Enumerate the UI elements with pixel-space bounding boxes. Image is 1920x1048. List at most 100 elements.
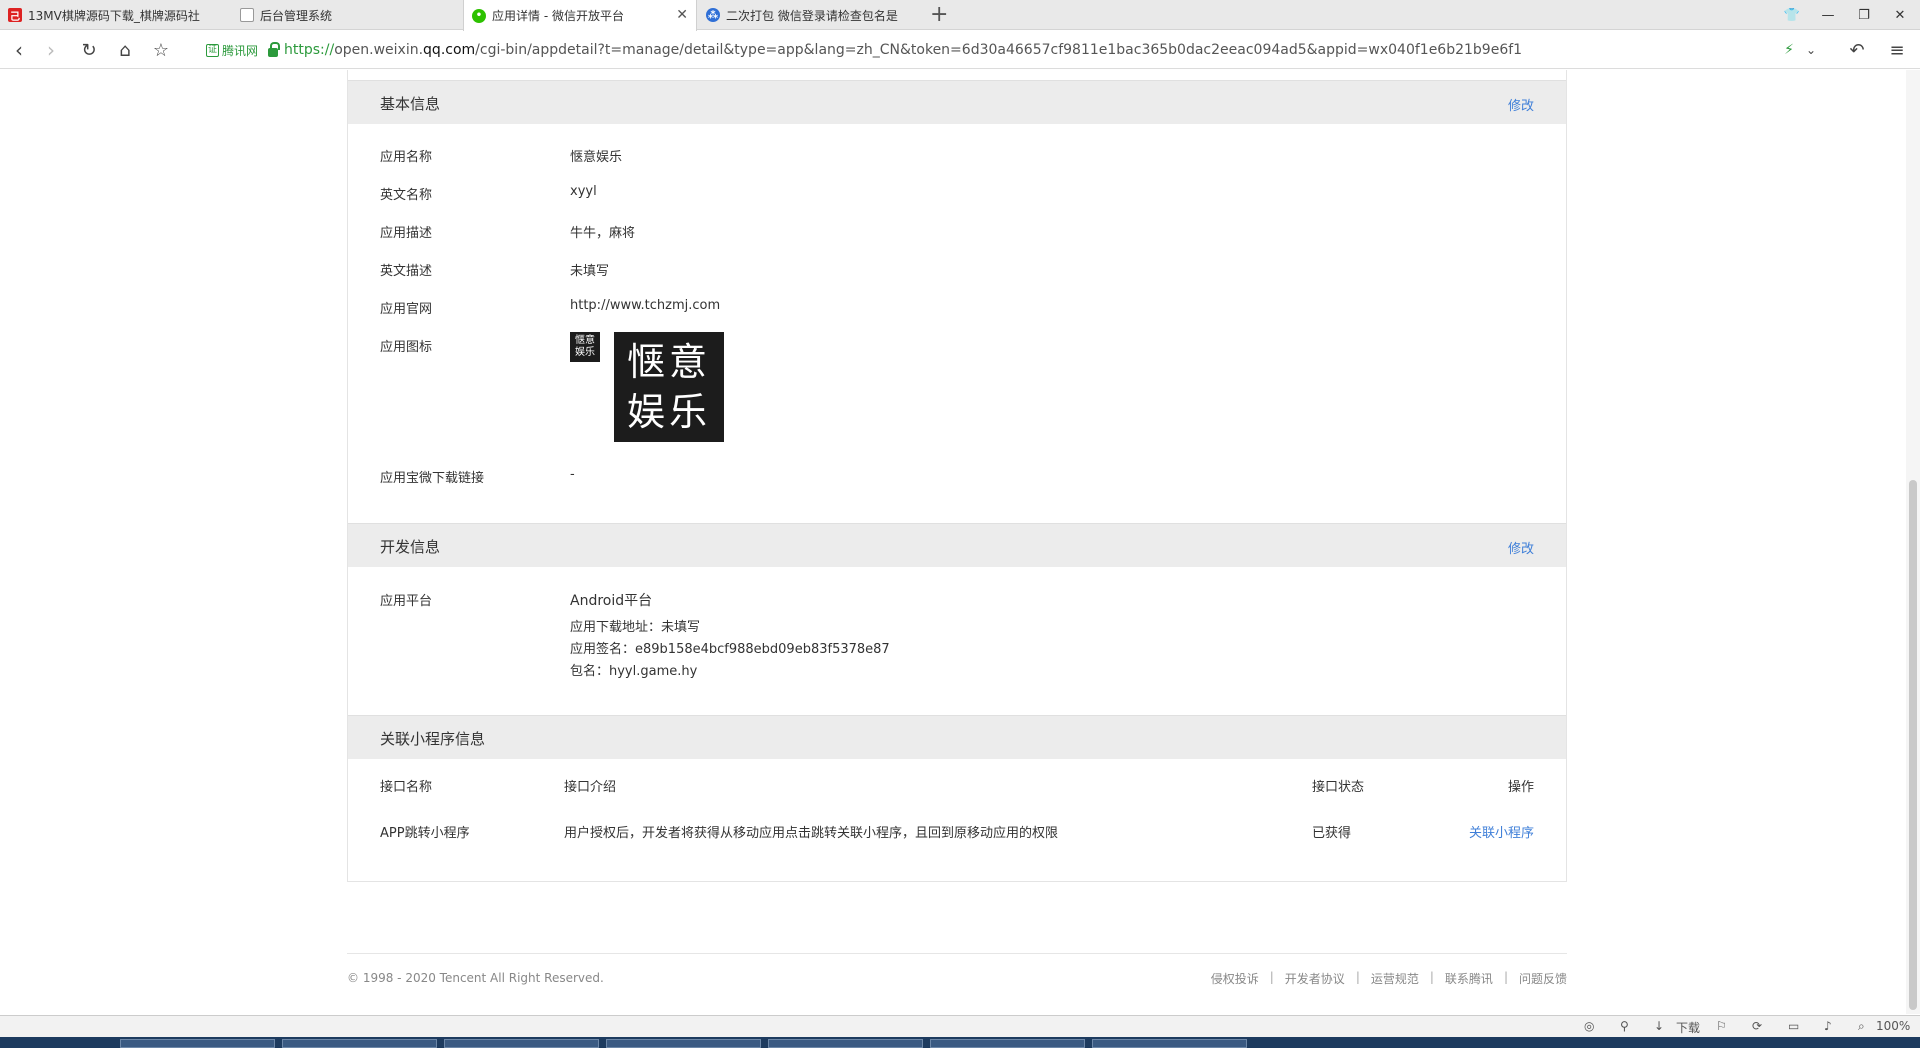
basic-info-header: 基本信息 修改 xyxy=(348,80,1566,124)
value-app-name: 惬意娱乐 xyxy=(570,150,623,165)
reload-icon[interactable]: ↻ xyxy=(78,39,100,61)
tab-admin[interactable]: 后台管理系统 xyxy=(232,0,462,30)
home-icon[interactable]: ⌂ xyxy=(114,39,136,61)
page-footer: © 1998 - 2020 Tencent All Right Reserved… xyxy=(347,953,1567,993)
document-icon xyxy=(240,8,254,22)
taskbar-item[interactable] xyxy=(930,1039,1085,1048)
back-icon[interactable]: ‹ xyxy=(8,38,30,62)
label-english-desc: 英文描述 xyxy=(380,264,433,279)
label-yyb-link: 应用宝微下载链接 xyxy=(380,471,485,486)
edit-dev-link[interactable]: 修改 xyxy=(1508,538,1534,557)
download-icon[interactable]: ↓ xyxy=(1654,1019,1664,1033)
chevron-down-icon[interactable]: ⌄ xyxy=(1800,39,1822,61)
value-app-desc: 牛牛，麻将 xyxy=(570,226,636,241)
tab-title: 应用详情 - 微信开放平台 xyxy=(492,9,624,23)
close-window-button[interactable]: ✕ xyxy=(1882,0,1918,30)
url-host-prefix: open.weixin. xyxy=(334,42,424,58)
label-platform: 应用平台 xyxy=(380,594,433,609)
value-platform: Android平台 xyxy=(570,593,653,609)
col-interface-name: 接口名称 xyxy=(380,780,433,795)
tab-13mv[interactable]: 己 13MV棋牌源码下载_棋牌源码社 xyxy=(0,0,230,30)
app-detail-panel: 基本信息 修改 应用名称 惬意娱乐 英文名称 xyyl 应用描述 牛牛，麻将 英… xyxy=(347,70,1567,882)
mini-program-header: 关联小程序信息 xyxy=(348,715,1566,759)
icon-large-text-top: 惬意 xyxy=(626,340,711,384)
footer-links: 侵权投诉 | 开发者协议 | 运营规范 | 联系腾讯 | 问题反馈 xyxy=(1210,970,1567,987)
row-interface-status: 已获得 xyxy=(1312,826,1352,841)
restore-button[interactable]: ❐ xyxy=(1846,0,1882,30)
url-protocol: https:// xyxy=(284,42,335,58)
forward-icon[interactable]: › xyxy=(40,38,62,62)
link-mini-program-button[interactable]: 关联小程序 xyxy=(1469,822,1534,841)
value-package: 包名：hyyl.game.hy xyxy=(570,664,698,679)
app-icon-small: 惬意 娱乐 xyxy=(570,332,600,362)
download-label[interactable]: 下载 xyxy=(1676,1019,1700,1036)
zoom-level[interactable]: 100% xyxy=(1876,1019,1910,1033)
new-tab-button[interactable]: + xyxy=(930,3,948,27)
sync-icon[interactable]: ⟳ xyxy=(1752,1019,1762,1033)
taskbar-item[interactable] xyxy=(768,1039,923,1048)
value-english-desc: 未填写 xyxy=(570,264,610,279)
volume-icon[interactable]: ♪ xyxy=(1824,1019,1832,1033)
label-app-desc: 应用描述 xyxy=(380,226,433,241)
site-badge: 证腾讯网 xyxy=(206,42,258,59)
bookmark-star-icon[interactable]: ☆ xyxy=(150,39,172,61)
site-badge-label: 腾讯网 xyxy=(222,43,259,58)
taskbar-item[interactable] xyxy=(282,1039,437,1048)
value-yyb-link: - xyxy=(570,467,575,482)
tab-app-detail[interactable]: • 应用详情 - 微信开放平台 ✕ xyxy=(463,0,697,31)
window-icon[interactable]: ▭ xyxy=(1788,1019,1799,1033)
vertical-scrollbar[interactable] xyxy=(1906,70,1920,1014)
tab-title: 13MV棋牌源码下载_棋牌源码社 xyxy=(28,8,200,23)
value-website: http://www.tchzmj.com xyxy=(570,298,721,313)
edit-basic-link[interactable]: 修改 xyxy=(1508,95,1534,114)
tab-bar: 己 13MV棋牌源码下载_棋牌源码社 后台管理系统 • 应用详情 - 微信开放平… xyxy=(0,0,1920,31)
label-app-icon: 应用图标 xyxy=(380,340,433,355)
footer-link-contact[interactable]: 联系腾讯 xyxy=(1445,970,1493,987)
menu-icon[interactable]: ≡ xyxy=(1886,39,1908,61)
close-tab-icon[interactable]: ✕ xyxy=(676,7,688,23)
taskbar-item[interactable] xyxy=(1092,1039,1247,1048)
label-website: 应用官网 xyxy=(380,302,433,317)
navigation-bar: ‹ › ↻ ⌂ ☆ 证腾讯网 https://open.weixin. qq.co… xyxy=(0,31,1920,69)
pin-icon[interactable]: ⚲ xyxy=(1620,1019,1629,1033)
value-english-name: xyyl xyxy=(570,184,597,199)
label-app-name: 应用名称 xyxy=(380,150,433,165)
col-interface-status: 接口状态 xyxy=(1312,780,1365,795)
13mv-icon: 己 xyxy=(8,8,22,23)
tab-baidu[interactable]: ⁂ 二次打包 微信登录请检查包名是 xyxy=(698,0,928,30)
verified-icon: 证 xyxy=(206,43,219,57)
row-interface-desc: 用户授权后，开发者将获得从移动应用点击跳转关联小程序，且回到原移动应用的权限 xyxy=(564,826,1059,841)
address-bar[interactable]: 证腾讯网 https://open.weixin. qq.com/cgi-bin/… xyxy=(206,37,1750,63)
lightning-icon[interactable]: ⚡ xyxy=(1778,39,1800,61)
url-host: qq.com xyxy=(423,42,476,58)
col-operation: 操作 xyxy=(1507,780,1534,795)
footer-link-infringement[interactable]: 侵权投诉 xyxy=(1211,970,1259,987)
skin-icon[interactable]: 👕 xyxy=(1774,0,1810,30)
scrollbar-thumb[interactable] xyxy=(1909,480,1917,1010)
wechat-icon: • xyxy=(472,8,486,23)
zoom-icon[interactable]: ⌕ xyxy=(1858,1019,1865,1034)
icon-small-text-top: 惬意 xyxy=(575,335,595,346)
section-title: 基本信息 xyxy=(380,95,441,113)
tab-title: 二次打包 微信登录请检查包名是 xyxy=(726,8,898,23)
os-taskbar xyxy=(0,1037,1920,1048)
section-title: 关联小程序信息 xyxy=(380,730,486,748)
tab-title: 后台管理系统 xyxy=(260,8,333,23)
minimize-button[interactable]: — xyxy=(1810,0,1846,30)
icon-small-text-bottom: 娱乐 xyxy=(575,347,595,358)
footer-link-dev-agreement[interactable]: 开发者协议 xyxy=(1285,970,1345,987)
flag-icon[interactable]: ⚐ xyxy=(1716,1019,1727,1033)
taskbar-item[interactable] xyxy=(444,1039,599,1048)
undo-icon[interactable]: ↶ xyxy=(1846,39,1868,61)
dev-info-header: 开发信息 修改 xyxy=(348,523,1566,567)
label-english-name: 英文名称 xyxy=(380,188,433,203)
status-bar: ◎ ⚲ ↓ 下载 ⚐ ⟳ ▭ ♪ ⌕ 100% xyxy=(0,1015,1920,1037)
taskbar-item[interactable] xyxy=(120,1039,275,1048)
value-signature: 应用签名：e89b158e4bcf988ebd09eb83f5378e87 xyxy=(570,642,890,657)
speed-icon[interactable]: ◎ xyxy=(1584,1019,1594,1033)
footer-link-feedback[interactable]: 问题反馈 xyxy=(1519,970,1567,987)
taskbar-item[interactable] xyxy=(606,1039,761,1048)
value-download-url: 应用下载地址：未填写 xyxy=(570,620,701,635)
footer-link-operation-rules[interactable]: 运营规范 xyxy=(1371,970,1419,987)
url-path: /cgi-bin/appdetail?t=manage/detail&type=… xyxy=(475,42,1523,58)
